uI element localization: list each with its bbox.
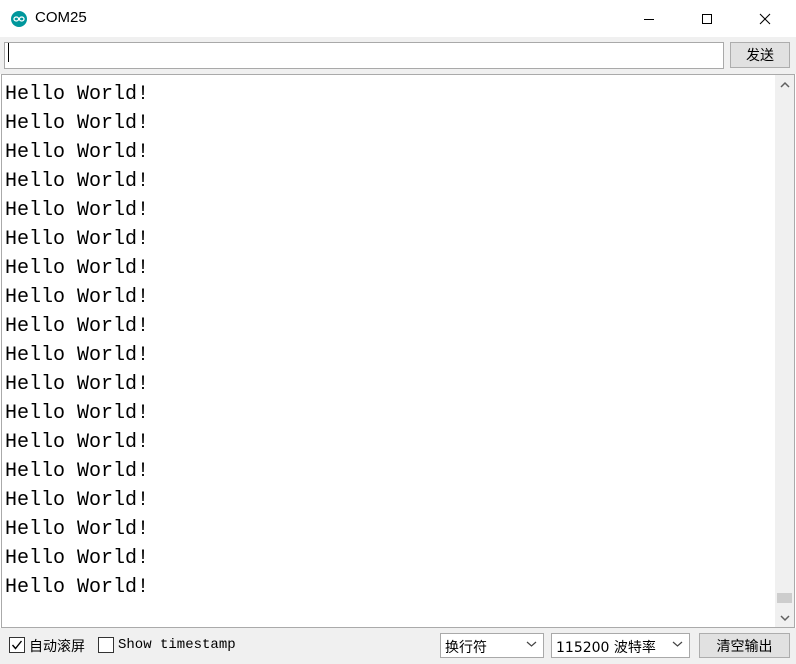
bottom-bar: 自动滚屏 Show timestamp 换行符 115200 波特率 清空输出 (0, 628, 796, 664)
chevron-down-icon (779, 614, 790, 621)
output-line: Hello World! (5, 83, 150, 106)
output-line: Hello World! (5, 547, 150, 570)
checkmark-icon (11, 640, 23, 650)
output-line: Hello World! (5, 257, 150, 280)
output-line: Hello World! (5, 170, 150, 193)
line-ending-select[interactable]: 换行符 (440, 633, 544, 658)
output-line: Hello World! (5, 344, 150, 367)
close-icon (759, 13, 771, 25)
output-line: Hello World! (5, 402, 150, 425)
output-line: Hello World! (5, 431, 150, 454)
minimize-icon (644, 19, 654, 20)
output-line: Hello World! (5, 315, 150, 338)
chevron-down-icon (526, 641, 537, 647)
output-line: Hello World! (5, 141, 150, 164)
output-line: Hello World! (5, 112, 150, 135)
autoscroll-checkbox[interactable] (9, 637, 25, 653)
window-title: COM25 (35, 9, 87, 26)
chevron-down-icon (672, 641, 683, 647)
chevron-up-icon (779, 81, 790, 88)
minimize-button[interactable] (620, 0, 678, 38)
scroll-thumb[interactable] (777, 593, 792, 603)
maximize-button[interactable] (678, 0, 736, 38)
timestamp-checkbox[interactable] (98, 637, 114, 653)
output-line: Hello World! (5, 228, 150, 251)
close-button[interactable] (736, 0, 794, 38)
line-ending-value: 换行符 (445, 640, 487, 656)
title-bar: COM25 (0, 0, 796, 38)
output-line: Hello World! (5, 576, 150, 599)
output-line: Hello World! (5, 460, 150, 483)
output-line: Hello World! (5, 373, 150, 396)
text-caret (8, 43, 9, 62)
baud-rate-value: 115200 波特率 (556, 640, 656, 656)
serial-output[interactable]: Hello World! Hello World! Hello World! Hell… (1, 74, 795, 628)
vertical-scrollbar[interactable] (775, 75, 794, 627)
clear-output-button[interactable]: 清空输出 (699, 633, 790, 658)
send-button[interactable]: 发送 (730, 42, 790, 68)
arduino-infinity-icon (11, 11, 27, 27)
scroll-down-button[interactable] (775, 608, 794, 627)
timestamp-label: Show timestamp (118, 637, 236, 653)
output-line: Hello World! (5, 286, 150, 309)
output-line: Hello World! (5, 199, 150, 222)
output-line: Hello World! (5, 489, 150, 512)
output-lines: Hello World! Hello World! Hello World! Hell… (5, 80, 773, 620)
scroll-up-button[interactable] (775, 75, 794, 94)
output-line: Hello World! (5, 518, 150, 541)
baud-rate-select[interactable]: 115200 波特率 (551, 633, 690, 658)
autoscroll-label: 自动滚屏 (29, 639, 85, 655)
serial-input[interactable] (4, 42, 724, 69)
maximize-icon (702, 14, 712, 24)
send-row: 发送 (0, 38, 796, 74)
